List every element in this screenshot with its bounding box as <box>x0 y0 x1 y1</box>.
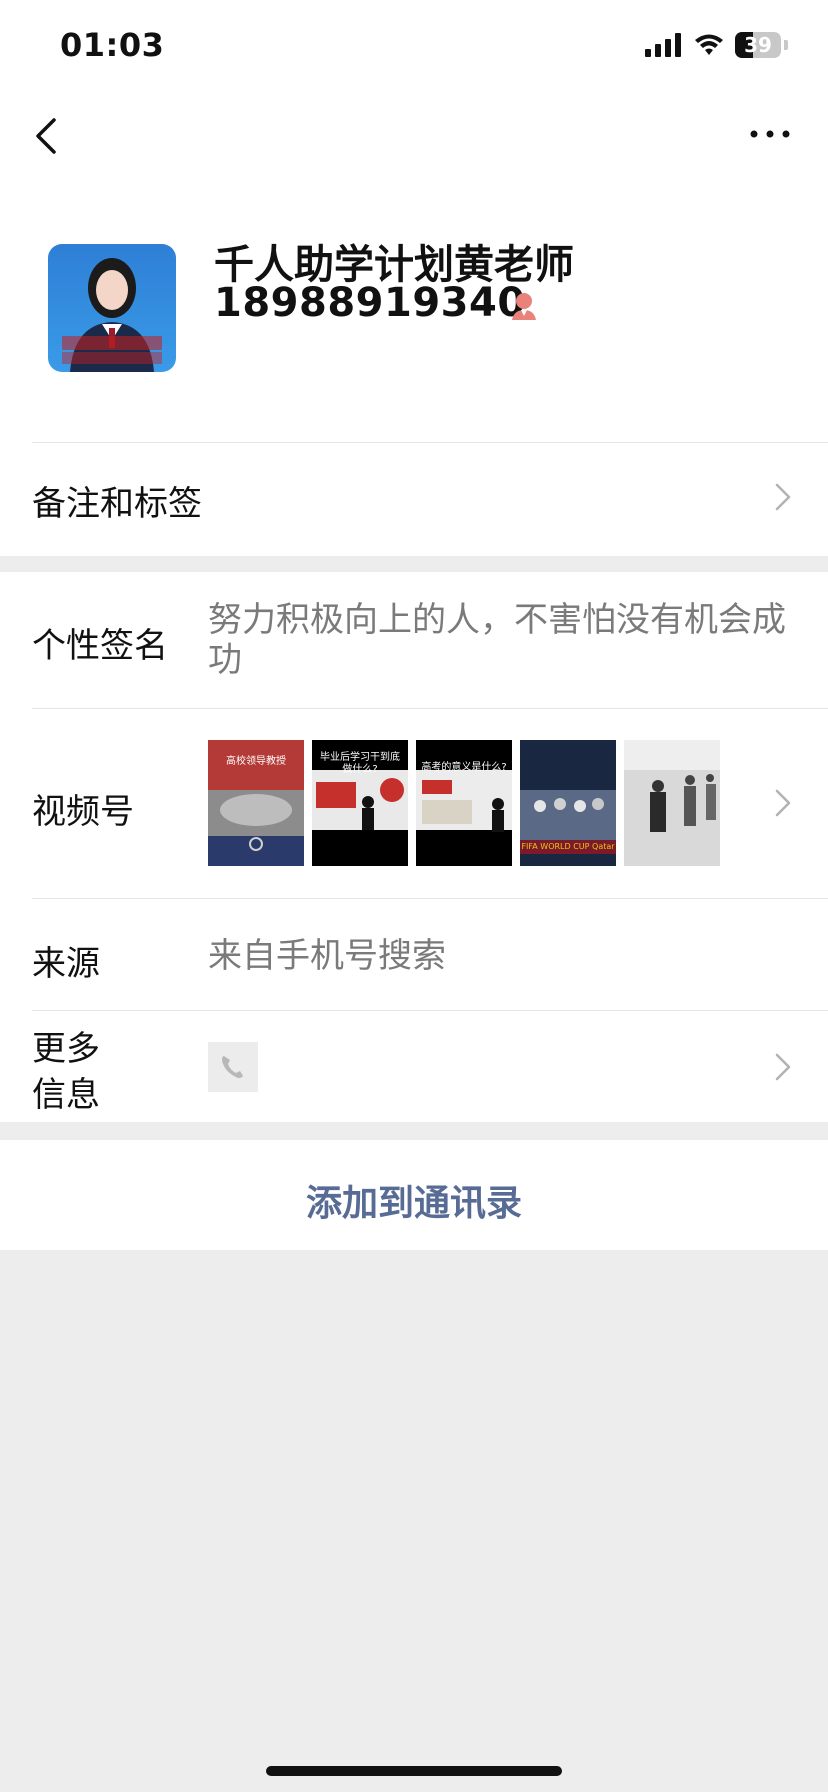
avatar[interactable] <box>48 244 176 372</box>
channels-label[interactable]: 视频号 <box>32 784 134 833</box>
source-value: 来自手机号搜索 <box>208 936 446 976</box>
thumbnail-caption: 高校领导教授 <box>226 756 286 767</box>
signal-icon <box>645 33 681 57</box>
remark-and-tags-label[interactable]: 备注和标签 <box>32 476 202 525</box>
status-time: 01:03 <box>60 26 165 64</box>
chevron-right-icon[interactable] <box>774 788 792 818</box>
channel-thumbnail[interactable]: 高考的意义是什么? <box>416 740 512 866</box>
contact-phone: 18988919340 <box>214 280 526 326</box>
channel-thumbnail[interactable] <box>624 740 720 866</box>
signature-value: 努力积极向上的人，不害怕没有机会成功 <box>208 600 786 680</box>
more-info-label[interactable]: 更多信息 <box>32 1026 112 1118</box>
thumbnail-caption: 毕业后学习干到底做什么? <box>320 752 400 775</box>
more-options-icon[interactable] <box>748 122 792 146</box>
back-arrow-icon[interactable] <box>28 116 68 156</box>
signature-label: 个性签名 <box>32 626 168 666</box>
add-to-contacts-button[interactable]: 添加到通讯录 <box>0 1174 828 1226</box>
channel-thumbnail[interactable]: FIFA WORLD CUP Qatar <box>520 740 616 866</box>
thumbnail-caption: 高考的意义是什么? <box>421 762 507 773</box>
phone-icon <box>208 1042 258 1092</box>
battery-level: 39 <box>744 33 772 57</box>
channel-thumbnail[interactable]: 毕业后学习干到底做什么? <box>312 740 408 866</box>
source-label: 来源 <box>32 944 100 984</box>
thumbnail-caption: FIFA WORLD CUP Qatar <box>521 842 615 851</box>
channel-thumbnail[interactable]: 高校领导教授 <box>208 740 304 866</box>
status-icons: 39 <box>645 32 788 58</box>
chevron-right-icon[interactable] <box>774 482 792 512</box>
home-indicator[interactable] <box>266 1766 562 1776</box>
chevron-right-icon[interactable] <box>774 1052 792 1082</box>
female-icon <box>512 293 536 320</box>
wifi-icon <box>695 34 723 55</box>
battery-icon: 39 <box>735 32 781 58</box>
